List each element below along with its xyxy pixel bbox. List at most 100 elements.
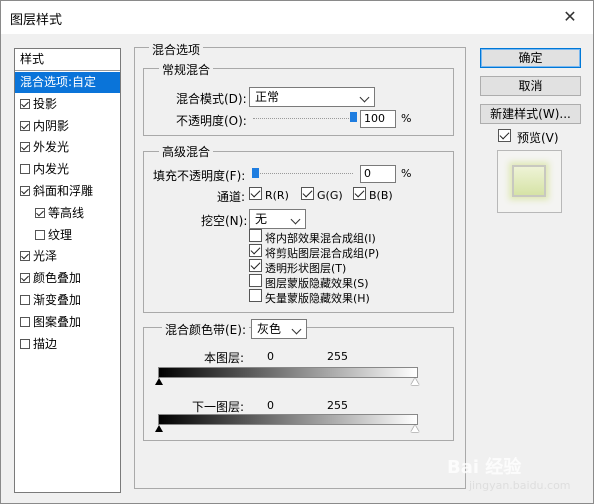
channel-r-checkbox[interactable] xyxy=(249,187,262,200)
chevron-down-icon xyxy=(359,92,370,103)
style-item-checkbox[interactable] xyxy=(20,120,30,131)
knockout-value: 无 xyxy=(255,212,268,226)
fill-opacity-slider-track[interactable] xyxy=(253,173,353,176)
style-item-label: 外发光 xyxy=(33,140,70,155)
opacity-slider-thumb[interactable] xyxy=(350,112,357,122)
underlying-layer-black-slider[interactable] xyxy=(155,425,163,432)
advanced-option-label: 透明形状图层(T) xyxy=(265,262,347,275)
this-layer-gradient-bar xyxy=(158,367,418,378)
blend-mode-label: 混合模式(D): xyxy=(176,92,247,106)
advanced-option-checkbox[interactable] xyxy=(249,274,262,287)
advanced-option-checkbox[interactable] xyxy=(249,244,262,257)
style-item-checkbox[interactable] xyxy=(20,164,30,175)
underlying-layer-high-value: 255 xyxy=(327,399,348,412)
fill-opacity-label: 填充不透明度(F): xyxy=(153,169,246,183)
fill-opacity-input[interactable]: 0 xyxy=(360,165,396,183)
blend-if-value: 灰色 xyxy=(257,322,282,336)
opacity-label: 不透明度(O): xyxy=(176,114,247,128)
style-list-item[interactable]: 颜色叠加 xyxy=(15,268,120,289)
this-layer-black-slider[interactable] xyxy=(155,378,163,385)
fill-opacity-slider-thumb[interactable] xyxy=(252,168,259,178)
advanced-option-checkbox[interactable] xyxy=(249,289,262,302)
advanced-option-label: 图层蒙版隐藏效果(S) xyxy=(265,277,369,290)
style-item-checkbox[interactable] xyxy=(20,142,30,153)
opacity-slider-track[interactable] xyxy=(253,118,353,121)
advanced-blending-title: 高级混合 xyxy=(159,143,214,160)
underlying-layer-low-value: 0 xyxy=(267,399,274,412)
blend-mode-value: 正常 xyxy=(255,90,280,104)
preview-swatch xyxy=(512,165,546,197)
style-item-checkbox[interactable] xyxy=(35,229,45,240)
style-list-item[interactable]: 描边 xyxy=(15,334,120,355)
underlying-layer-gradient-bar xyxy=(158,414,418,425)
channels-label: 通道: xyxy=(217,190,246,204)
preview-label: 预览(V) xyxy=(517,131,559,145)
style-item-label: 斜面和浮雕 xyxy=(33,184,94,198)
style-list-item[interactable]: 图案叠加 xyxy=(15,312,120,333)
watermark-text: Bai 经验 xyxy=(447,457,522,478)
style-list-item[interactable]: 投影 xyxy=(15,94,120,115)
style-item-label: 投影 xyxy=(33,96,58,111)
close-icon[interactable]: ✕ xyxy=(553,5,587,29)
style-list-item[interactable]: 斜面和浮雕 xyxy=(15,181,120,202)
style-item-checkbox[interactable] xyxy=(20,251,30,262)
chevron-down-icon xyxy=(290,214,301,225)
this-layer-low-value: 0 xyxy=(267,350,274,363)
cancel-button[interactable]: 取消 xyxy=(480,76,581,96)
style-list-item[interactable]: 内阴影 xyxy=(15,116,120,137)
general-blending-title: 常规混合 xyxy=(159,61,214,78)
underlying-layer-label: 下一图层: xyxy=(192,400,245,414)
advanced-option-label: 将内部效果混合成组(I) xyxy=(265,232,376,245)
style-item-checkbox[interactable] xyxy=(20,316,30,327)
style-item-checkbox[interactable] xyxy=(20,98,30,109)
channel-b-checkbox[interactable] xyxy=(353,187,366,200)
underlying-layer-white-slider[interactable] xyxy=(411,425,419,432)
style-list-item[interactable]: 等高线 xyxy=(15,203,120,224)
knockout-select[interactable]: 无 xyxy=(249,209,306,229)
new-style-button[interactable]: 新建样式(W)... xyxy=(480,104,581,124)
window-title: 图层样式 xyxy=(10,13,63,28)
this-layer-white-slider[interactable] xyxy=(411,378,419,385)
channel-g-label: G(G) xyxy=(317,189,343,202)
style-item-checkbox[interactable] xyxy=(20,186,30,196)
title-bar: 图层样式 ✕ xyxy=(1,1,593,34)
watermark-sub: jingyan.baidu.com xyxy=(469,479,571,492)
advanced-option-checkbox[interactable] xyxy=(249,259,262,272)
style-item-label: 内阴影 xyxy=(33,118,70,133)
style-item-label: 描边 xyxy=(33,336,58,351)
style-list-item[interactable]: 混合选项:自定 xyxy=(15,72,120,93)
style-item-label: 等高线 xyxy=(48,205,85,220)
this-layer-high-value: 255 xyxy=(327,350,348,363)
style-item-label: 光泽 xyxy=(33,249,58,264)
preview-checkbox[interactable] xyxy=(498,129,511,142)
channel-r-label: R(R) xyxy=(265,189,289,202)
knockout-label: 挖空(N): xyxy=(201,214,248,228)
style-item-checkbox[interactable] xyxy=(20,338,30,349)
style-item-checkbox[interactable] xyxy=(20,295,30,305)
blend-mode-select[interactable]: 正常 xyxy=(249,87,375,107)
style-list-item[interactable]: 光泽 xyxy=(15,246,120,267)
blend-if-label: 混合颜色带(E): xyxy=(162,321,249,338)
style-list-header-label: 样式 xyxy=(20,52,45,66)
style-item-label: 渐变叠加 xyxy=(33,293,82,307)
fill-opacity-unit: % xyxy=(401,167,412,180)
ok-button[interactable]: 确定 xyxy=(480,48,581,68)
style-list-item[interactable]: 纹理 xyxy=(15,225,120,246)
layer-style-dialog: 图层样式 ✕ 样式混合选项:自定投影内阴影外发光内发光斜面和浮雕等高线纹理光泽颜… xyxy=(0,0,594,504)
blend-if-select[interactable]: 灰色 xyxy=(251,319,307,339)
style-list: 样式混合选项:自定投影内阴影外发光内发光斜面和浮雕等高线纹理光泽颜色叠加渐变叠加… xyxy=(14,48,121,493)
this-layer-label: 本图层: xyxy=(204,351,245,365)
channel-g-checkbox[interactable] xyxy=(301,187,314,200)
style-list-item[interactable]: 内发光 xyxy=(15,159,120,180)
style-list-header: 样式 xyxy=(15,49,120,71)
blend-options-title: 混合选项 xyxy=(149,41,204,58)
style-item-checkbox[interactable] xyxy=(35,207,45,218)
advanced-option-checkbox[interactable] xyxy=(249,229,262,242)
opacity-input[interactable]: 100 xyxy=(360,110,396,128)
advanced-option-label: 将剪贴图层混合成组(P) xyxy=(265,247,380,260)
style-list-item[interactable]: 渐变叠加 xyxy=(15,290,120,311)
style-item-label: 内发光 xyxy=(33,162,70,177)
style-list-item[interactable]: 外发光 xyxy=(15,137,120,158)
style-item-checkbox[interactable] xyxy=(20,273,30,284)
channel-b-label: B(B) xyxy=(369,189,393,202)
